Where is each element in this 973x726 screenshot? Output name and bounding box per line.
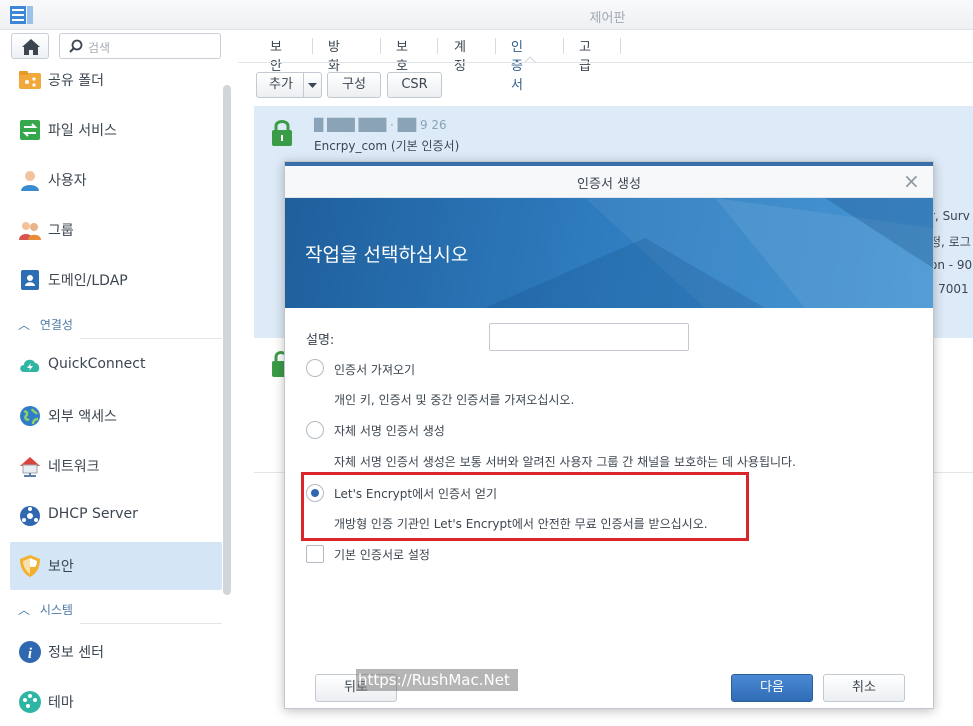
section-divider [80, 338, 222, 339]
sidebar-item-file-services[interactable]: 파일 서비스 [10, 106, 222, 154]
description-label: 설명: [306, 333, 335, 348]
sidebar-item-label: 파일 서비스 [48, 123, 117, 139]
sidebar-item-domain-ldap[interactable]: 도메인/LDAP [10, 256, 222, 304]
tab-certificate[interactable]: 인증서 [511, 36, 523, 93]
dialog-banner: 작업을 선택하십시오 [285, 198, 933, 308]
sidebar-item-label: 도메인/LDAP [48, 273, 128, 289]
section-label: 연결성 [39, 318, 73, 332]
sidebar-item-external-access[interactable]: 외부 액세스 [10, 392, 222, 440]
sidebar-item-shared-folder[interactable]: 공유 폴더 [10, 56, 222, 104]
tab-security[interactable]: 보안 [270, 36, 282, 74]
section-header-connectivity[interactable]: ︿ 연결성 [18, 316, 73, 333]
cert-detail-text: - 7001 [930, 282, 969, 296]
tab-divider [620, 38, 621, 54]
tab-underline [238, 62, 973, 63]
sidebar-item-network[interactable]: 네트워크 [10, 442, 222, 490]
radio-self-signed[interactable] [306, 421, 324, 439]
chevron-up-icon: ︿ [18, 318, 31, 332]
dialog-heading: 작업을 선택하십시오 [305, 244, 469, 266]
sidebar-item-security[interactable]: 보안 [10, 542, 222, 590]
option-description: 자체 서명 인증서 생성은 보통 서버와 알려진 사용자 그룹 간 채널을 보호… [334, 455, 796, 469]
user-icon [21, 171, 39, 191]
cert-subtitle: Encrpy_com (기본 인증서) [314, 139, 460, 153]
sidebar-item-label: 그룹 [48, 223, 74, 239]
network-icon [20, 457, 40, 477]
cert-detail-text: on - 90 [930, 258, 973, 272]
create-certificate-dialog: 인증서 생성 × 작업을 선택하십시오 설명: 인증서 가져오기 개인 키, 인… [284, 161, 934, 709]
cert-detail-text: r, Surv [930, 209, 970, 223]
external-access-icon [20, 406, 40, 426]
sidebar-item-dhcp-server[interactable]: DHCP Server [10, 492, 222, 540]
sidebar-item-label: DHCP Server [48, 506, 138, 522]
sidebar-item-user[interactable]: 사용자 [10, 156, 222, 204]
option-description: 개인 키, 인증서 및 중간 인증서를 가져오십시오. [334, 393, 575, 407]
sidebar-item-label: QuickConnect [48, 356, 146, 372]
security-shield-icon [20, 555, 40, 577]
sidebar-item-quickconnect[interactable]: QuickConnect [10, 342, 222, 390]
quickconnect-icon [20, 359, 40, 372]
sidebar-item-group[interactable]: 그룹 [10, 206, 222, 254]
radio-import-certificate[interactable] [306, 359, 324, 377]
group-icon [19, 222, 41, 240]
section-label: 시스템 [39, 603, 73, 617]
sidebar-item-label: 보안 [48, 559, 74, 575]
section-divider [80, 623, 222, 624]
sidebar: 검색 공유 폴더 파일 서비스 사용자 그룹 도메인/LDAP ︿ 연결성 Qu… [0, 30, 232, 719]
window-title: 제어판 [589, 11, 626, 26]
tab-divider [437, 38, 438, 54]
cert-title-redacted: █ ███ ███ · ██ 9 26 [314, 118, 447, 132]
configure-button[interactable]: 구성 [327, 72, 381, 98]
domain-ldap-icon [21, 270, 39, 290]
tab-advanced[interactable]: 고급 [579, 36, 591, 74]
sidebar-item-info-center[interactable]: i 정보 센터 [10, 628, 222, 676]
dialog-title: 인증서 생성 [577, 177, 641, 192]
sidebar-item-label: 정보 센터 [48, 645, 104, 661]
highlight-box [301, 472, 749, 541]
sidebar-item-label: 사용자 [48, 173, 87, 189]
watermark: https://RushMac.Net [356, 669, 518, 691]
sidebar-scrollbar[interactable] [223, 85, 231, 595]
file-services-icon [20, 120, 40, 140]
info-center-icon: i [19, 641, 41, 663]
search-placeholder: 검색 [88, 41, 111, 55]
checkbox-label: 기본 인증서로 설정 [334, 548, 430, 562]
add-button-label: 추가 [269, 77, 293, 92]
tab-divider [495, 38, 496, 54]
next-button[interactable]: 다음 [731, 674, 813, 702]
cancel-button[interactable]: 취소 [823, 674, 905, 702]
tab-divider [312, 38, 313, 54]
csr-button[interactable]: CSR [387, 72, 442, 98]
sidebar-item-label: 네트워크 [48, 459, 100, 475]
lock-icon [272, 120, 292, 146]
tab-account[interactable]: 계정 [454, 36, 466, 74]
add-button[interactable]: 추가 [256, 72, 322, 98]
section-header-system[interactable]: ︿ 시스템 [18, 601, 73, 618]
description-input[interactable] [489, 323, 689, 351]
dropdown-arrow-icon[interactable] [308, 83, 317, 88]
option-label: 자체 서명 인증서 생성 [334, 424, 445, 438]
shared-folder-icon [19, 71, 41, 89]
tab-divider [563, 38, 564, 54]
dhcp-icon [20, 506, 40, 526]
set-default-checkbox[interactable] [306, 545, 324, 563]
tab-divider [380, 38, 381, 54]
sidebar-item-label: 공유 폴더 [48, 73, 104, 89]
chevron-up-icon: ︿ [18, 603, 31, 617]
theme-icon [19, 691, 41, 713]
close-icon[interactable]: × [903, 169, 920, 193]
window-titlebar: 제어판 [0, 0, 973, 30]
cert-detail-text: 정, 로그 [930, 235, 971, 249]
sidebar-item-label: 테마 [48, 695, 74, 711]
search-icon [69, 39, 83, 53]
split-divider [303, 73, 304, 97]
tab-protection[interactable]: 보호 [396, 36, 408, 74]
dialog-header: 인증서 생성 × [285, 166, 933, 198]
option-label: 인증서 가져오기 [334, 363, 416, 377]
sidebar-item-label: 외부 액세스 [48, 409, 117, 425]
